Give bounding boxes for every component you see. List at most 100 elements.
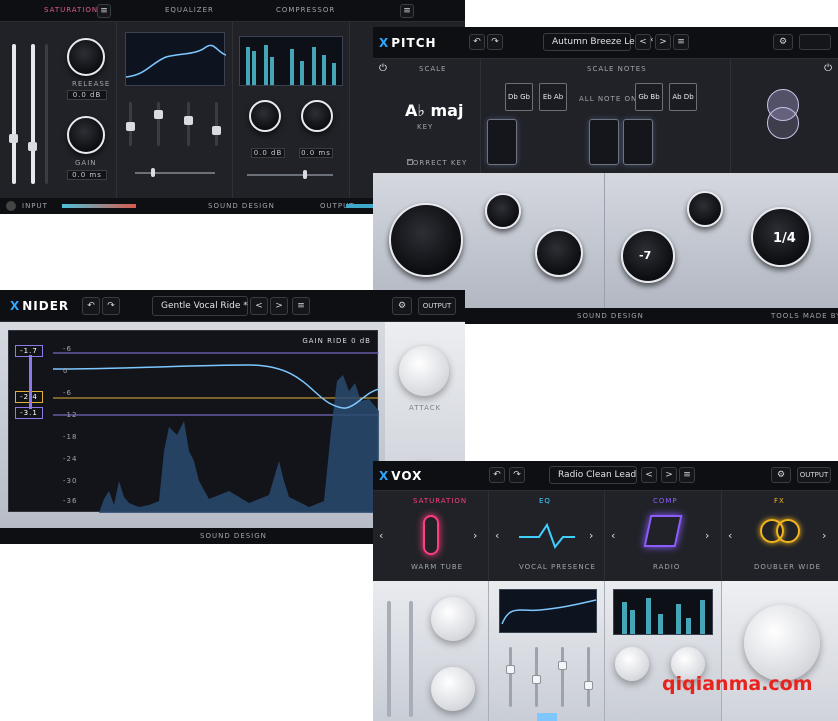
preset-selector[interactable]: Radio Clean Lead bbox=[549, 466, 637, 484]
comp-meter-bars bbox=[246, 45, 336, 85]
module-comp: COMP ‹ › RADIO bbox=[605, 491, 722, 581]
prev-preset-button[interactable]: < bbox=[641, 467, 657, 483]
prev-preset-button[interactable]: < bbox=[635, 34, 651, 50]
module-sub: VOCAL PRESENCE bbox=[519, 563, 596, 571]
module-prev-arrow[interactable]: ‹ bbox=[611, 529, 615, 542]
settings-button[interactable]: ⚙ bbox=[773, 34, 793, 50]
note-chip[interactable]: Gb Bb bbox=[635, 83, 663, 111]
module-next-arrow[interactable]: › bbox=[473, 529, 477, 542]
module-title: COMP bbox=[653, 497, 678, 505]
mixer-menu-button[interactable]: ≡ bbox=[97, 4, 111, 18]
rider-graph-svg bbox=[52, 352, 380, 513]
comp-range-slider[interactable] bbox=[247, 174, 333, 176]
preset-selector[interactable]: Gentle Vocal Ride * bbox=[152, 296, 248, 316]
module-next-arrow[interactable]: › bbox=[822, 529, 826, 542]
formant-knob[interactable] bbox=[535, 229, 583, 277]
comp-threshold-knob[interactable] bbox=[249, 100, 281, 132]
blend-section: ⏻ bbox=[731, 59, 838, 173]
vox-eq-handle[interactable] bbox=[532, 675, 541, 684]
module-prev-arrow[interactable]: ‹ bbox=[379, 529, 383, 542]
note-chip[interactable]: Eb Ab bbox=[539, 83, 567, 111]
output-button[interactable]: OUTPUT bbox=[418, 297, 456, 315]
redo-button[interactable]: ↷ bbox=[487, 34, 503, 50]
correct-key-checkbox[interactable] bbox=[407, 159, 413, 165]
humanize-knob[interactable] bbox=[485, 193, 521, 229]
rate-value: 1/4 bbox=[773, 231, 796, 246]
vox-comp-bars bbox=[622, 598, 705, 634]
prev-preset-button[interactable]: < bbox=[250, 297, 268, 315]
key-power-icon[interactable]: ⏻ bbox=[379, 63, 387, 74]
note-pad[interactable] bbox=[487, 119, 517, 165]
settings-button[interactable]: ⚙ bbox=[392, 297, 412, 315]
transpose-value: -7 bbox=[639, 249, 652, 262]
undo-button[interactable]: ↶ bbox=[469, 34, 485, 50]
settings-button[interactable]: ⚙ bbox=[771, 467, 791, 483]
eq-fader-handle[interactable] bbox=[184, 116, 193, 125]
rider-logo: X NIDER bbox=[10, 299, 70, 313]
module-next-arrow[interactable]: › bbox=[589, 529, 593, 542]
output-button[interactable]: OUTPUT bbox=[797, 467, 831, 483]
redo-button[interactable]: ↷ bbox=[509, 467, 525, 483]
target-range-bar[interactable] bbox=[29, 355, 32, 409]
eq-fader-handle[interactable] bbox=[126, 122, 135, 131]
next-preset-button[interactable]: > bbox=[270, 297, 288, 315]
input-fader-handle[interactable] bbox=[9, 134, 18, 143]
vox-eq-handle[interactable] bbox=[558, 661, 567, 670]
watermark-text: qiqianma.com bbox=[662, 673, 813, 695]
module-prev-arrow[interactable]: ‹ bbox=[728, 529, 732, 542]
mix-knob[interactable] bbox=[431, 667, 475, 711]
eq-display bbox=[125, 32, 227, 86]
comp-ratio-knob[interactable] bbox=[301, 100, 333, 132]
eq-range-handle[interactable] bbox=[151, 168, 155, 177]
fx-width-knob[interactable] bbox=[744, 605, 820, 681]
next-preset-button[interactable]: > bbox=[655, 34, 671, 50]
blend-power-icon[interactable]: ⏻ bbox=[824, 63, 832, 74]
vox-eq-display bbox=[499, 589, 597, 633]
save-preset-button[interactable]: ≡ bbox=[673, 34, 689, 50]
vox-eq-handle[interactable] bbox=[584, 681, 593, 690]
note-pad[interactable] bbox=[589, 119, 619, 165]
attack-knob[interactable] bbox=[399, 346, 449, 396]
next-preset-button[interactable]: > bbox=[661, 467, 677, 483]
undo-button[interactable]: ↶ bbox=[82, 297, 100, 315]
vox-topbar: X VOX ↶ ↷ Radio Clean Lead < > ≡ ⚙ OUTPUT bbox=[373, 461, 838, 491]
module-title: SATURATION bbox=[413, 497, 468, 505]
correct-key-button[interactable]: CORRECT KEY bbox=[407, 159, 467, 167]
vox-comp-meter bbox=[613, 589, 713, 635]
vox-eq-fader bbox=[587, 647, 590, 707]
eq-fader-handle[interactable] bbox=[154, 110, 163, 119]
release-knob[interactable] bbox=[67, 38, 105, 76]
save-preset-button[interactable]: ≡ bbox=[679, 467, 695, 483]
module-next-arrow[interactable]: › bbox=[705, 529, 709, 542]
vox-lower-eq bbox=[489, 581, 605, 721]
drive-knob[interactable] bbox=[431, 597, 475, 641]
input-fader-handle[interactable] bbox=[28, 142, 37, 151]
input-meter bbox=[45, 44, 48, 184]
panel-pitch: X PITCH ↶ ↷ Autumn Breeze Lead * < > ≡ ⚙ … bbox=[373, 27, 838, 324]
note-chip[interactable]: Db Gb bbox=[505, 83, 533, 111]
save-preset-button[interactable]: ≡ bbox=[292, 297, 310, 315]
eq-fader bbox=[215, 102, 218, 146]
comp-threshold-knob[interactable] bbox=[615, 647, 649, 681]
eq-wave-icon bbox=[519, 522, 575, 550]
redo-button[interactable]: ↷ bbox=[102, 297, 120, 315]
eq-range-slider[interactable] bbox=[135, 172, 215, 174]
speed-knob-small[interactable] bbox=[687, 191, 723, 227]
eq-fader-handle[interactable] bbox=[212, 126, 221, 135]
module-title: EQ bbox=[539, 497, 551, 505]
output-button[interactable] bbox=[799, 34, 831, 50]
undo-button[interactable]: ↶ bbox=[489, 467, 505, 483]
db-tick: -30 bbox=[63, 477, 78, 485]
pitch-logo: X PITCH bbox=[379, 36, 437, 50]
note-chip[interactable]: Ab Db bbox=[669, 83, 697, 111]
preset-selector[interactable]: Autumn Breeze Lead * bbox=[543, 33, 653, 51]
module-prev-arrow[interactable]: ‹ bbox=[495, 529, 499, 542]
mixer-section-label: EQUALIZER bbox=[165, 6, 214, 14]
correction-knob[interactable] bbox=[389, 203, 463, 277]
note-pad[interactable] bbox=[623, 119, 653, 165]
mixer-bypass-button[interactable]: ≡ bbox=[400, 4, 414, 18]
footer-brand: SOUND DESIGN bbox=[208, 202, 275, 210]
comp-range-handle[interactable] bbox=[303, 170, 307, 179]
gain-knob[interactable] bbox=[67, 116, 105, 154]
vox-eq-handle[interactable] bbox=[506, 665, 515, 674]
